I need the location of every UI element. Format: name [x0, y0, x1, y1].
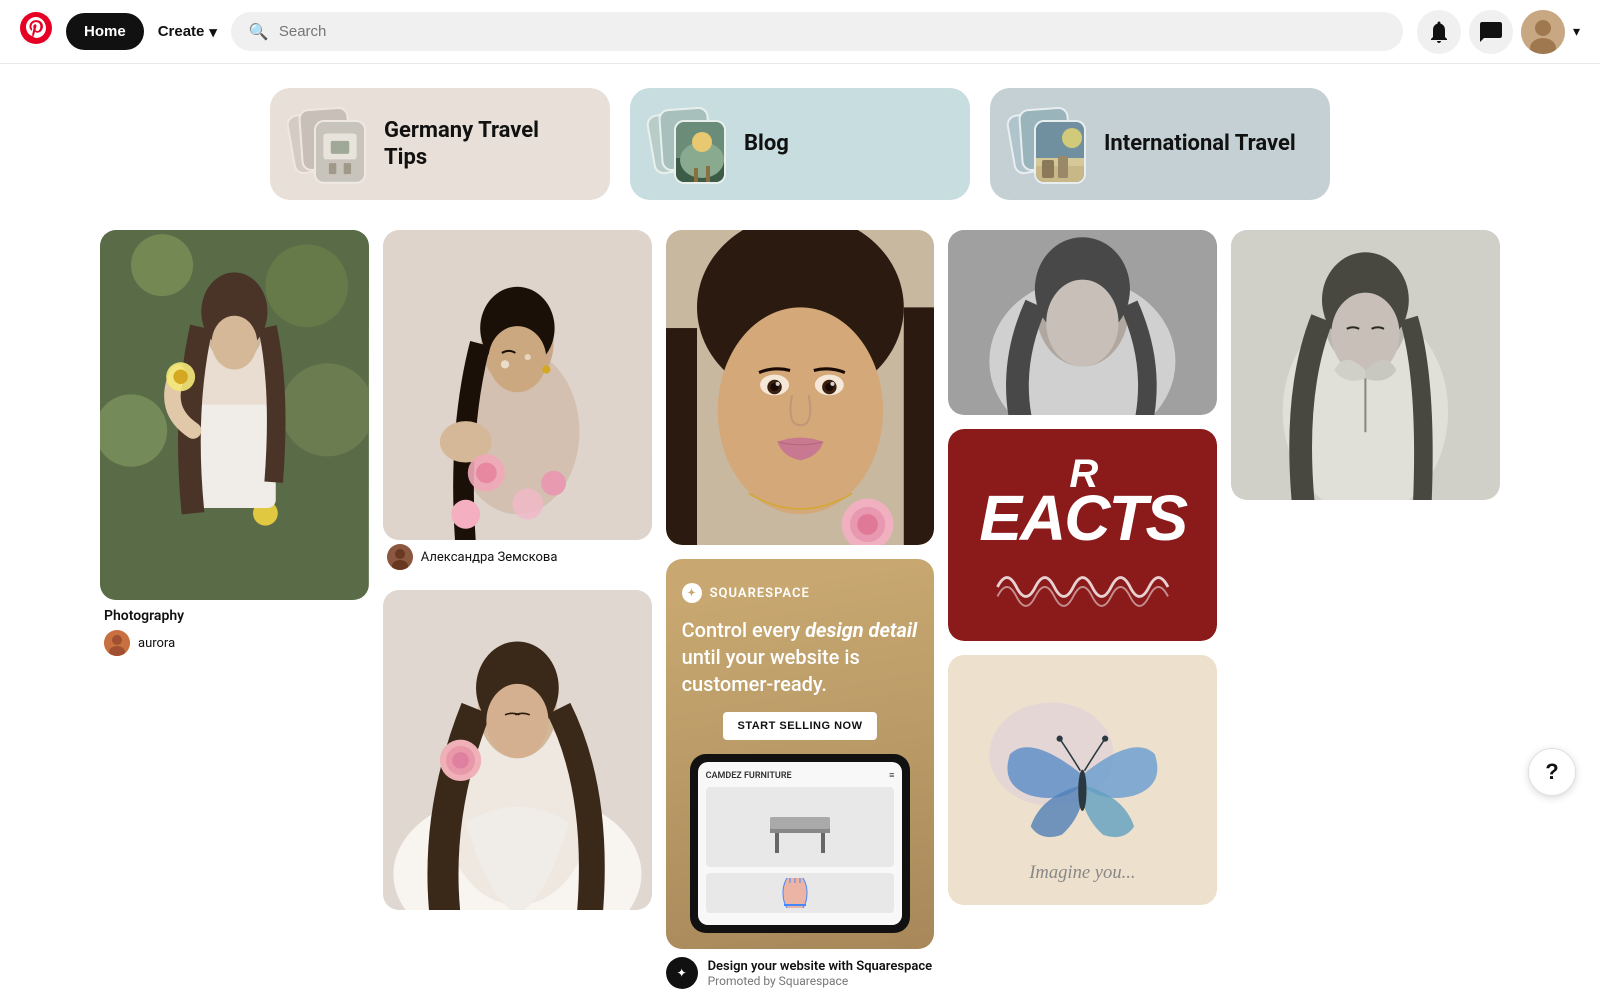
- account-menu-chevron[interactable]: ▾: [1573, 23, 1580, 40]
- pin-item-squarespace[interactable]: ✦ SQUARESPACE Control every design detai…: [666, 559, 935, 989]
- pin-item-1[interactable]: Photography aurora: [100, 230, 369, 662]
- board-card-germany[interactable]: Germany Travel Tips: [270, 88, 610, 200]
- furniture-image: [706, 787, 895, 867]
- pin-item-bw-art[interactable]: [1231, 230, 1500, 500]
- board-label-blog: Blog: [744, 130, 789, 158]
- boards-section: Germany Travel Tips Blog International T…: [0, 64, 1600, 220]
- svg-text:Imagine you...: Imagine you...: [1029, 863, 1136, 884]
- notifications-button[interactable]: [1417, 10, 1461, 54]
- pin-user-avatar: [104, 630, 130, 656]
- pin-username: aurora: [138, 636, 175, 651]
- board-images-international: [1006, 104, 1086, 184]
- pin-label-photography: Photography: [100, 600, 369, 626]
- pin-item-2[interactable]: Александра Земскова: [383, 230, 652, 576]
- pinterest-logo: [20, 12, 52, 51]
- messages-button[interactable]: [1469, 10, 1513, 54]
- sq-ad-footer-text: Design your website with Squarespace Pro…: [708, 959, 933, 988]
- squarespace-ad: ✦ SQUARESPACE Control every design detai…: [666, 559, 935, 949]
- sq-logo: ✦ SQUARESPACE: [682, 583, 919, 603]
- vw-reacts: R EACTS: [964, 457, 1201, 545]
- board-images-blog: [646, 104, 726, 184]
- help-button[interactable]: ?: [1528, 748, 1576, 796]
- pin-user-aleksandra: Александра Земскова: [383, 540, 652, 576]
- pin-item-butterfly[interactable]: Imagine you...: [948, 655, 1217, 905]
- pin-item-3[interactable]: [383, 590, 652, 910]
- pins-grid: Photography aurora: [0, 220, 1600, 999]
- chevron-down-icon: ▾: [209, 23, 217, 41]
- sq-brand-name: SQUARESPACE: [710, 586, 810, 601]
- pin-user-avatar-2: [387, 544, 413, 570]
- sq-footer-logo: ✦: [666, 957, 698, 989]
- header: Home Create ▾ 🔍 ▾: [0, 0, 1600, 64]
- search-icon: 🔍: [249, 22, 269, 41]
- sq-phone-mockup: CAMDEZ FURNITURE ≡: [690, 754, 911, 933]
- pin-user-aurora: aurora: [100, 626, 369, 662]
- vw-content: R EACTS: [964, 457, 1201, 621]
- board-card-international[interactable]: International Travel: [990, 88, 1330, 200]
- board-images-germany: [286, 104, 366, 184]
- sq-ad-footer: ✦ Design your website with Squarespace P…: [666, 949, 935, 989]
- search-bar: 🔍: [231, 12, 1403, 51]
- pin-item-bw[interactable]: [948, 230, 1217, 415]
- home-button[interactable]: Home: [66, 13, 144, 50]
- search-input[interactable]: [279, 23, 1385, 40]
- sq-phone-screen: CAMDEZ FURNITURE ≡: [698, 762, 903, 925]
- squarespace-icon: ✦: [682, 583, 702, 603]
- pin-item-vw[interactable]: R EACTS: [948, 429, 1217, 641]
- profile-avatar[interactable]: [1521, 10, 1565, 54]
- create-button[interactable]: Create ▾: [158, 23, 217, 41]
- board-label-international: International Travel: [1104, 130, 1296, 158]
- board-card-blog[interactable]: Blog: [630, 88, 970, 200]
- board-label-germany: Germany Travel Tips: [384, 117, 582, 172]
- pin-item-4[interactable]: [666, 230, 935, 545]
- sq-cta-button[interactable]: START SELLING NOW: [723, 712, 876, 740]
- pin-username-2: Александра Земскова: [421, 550, 558, 565]
- sq-headline: Control every design detail until your w…: [682, 617, 919, 698]
- header-icons: ▾: [1417, 10, 1580, 54]
